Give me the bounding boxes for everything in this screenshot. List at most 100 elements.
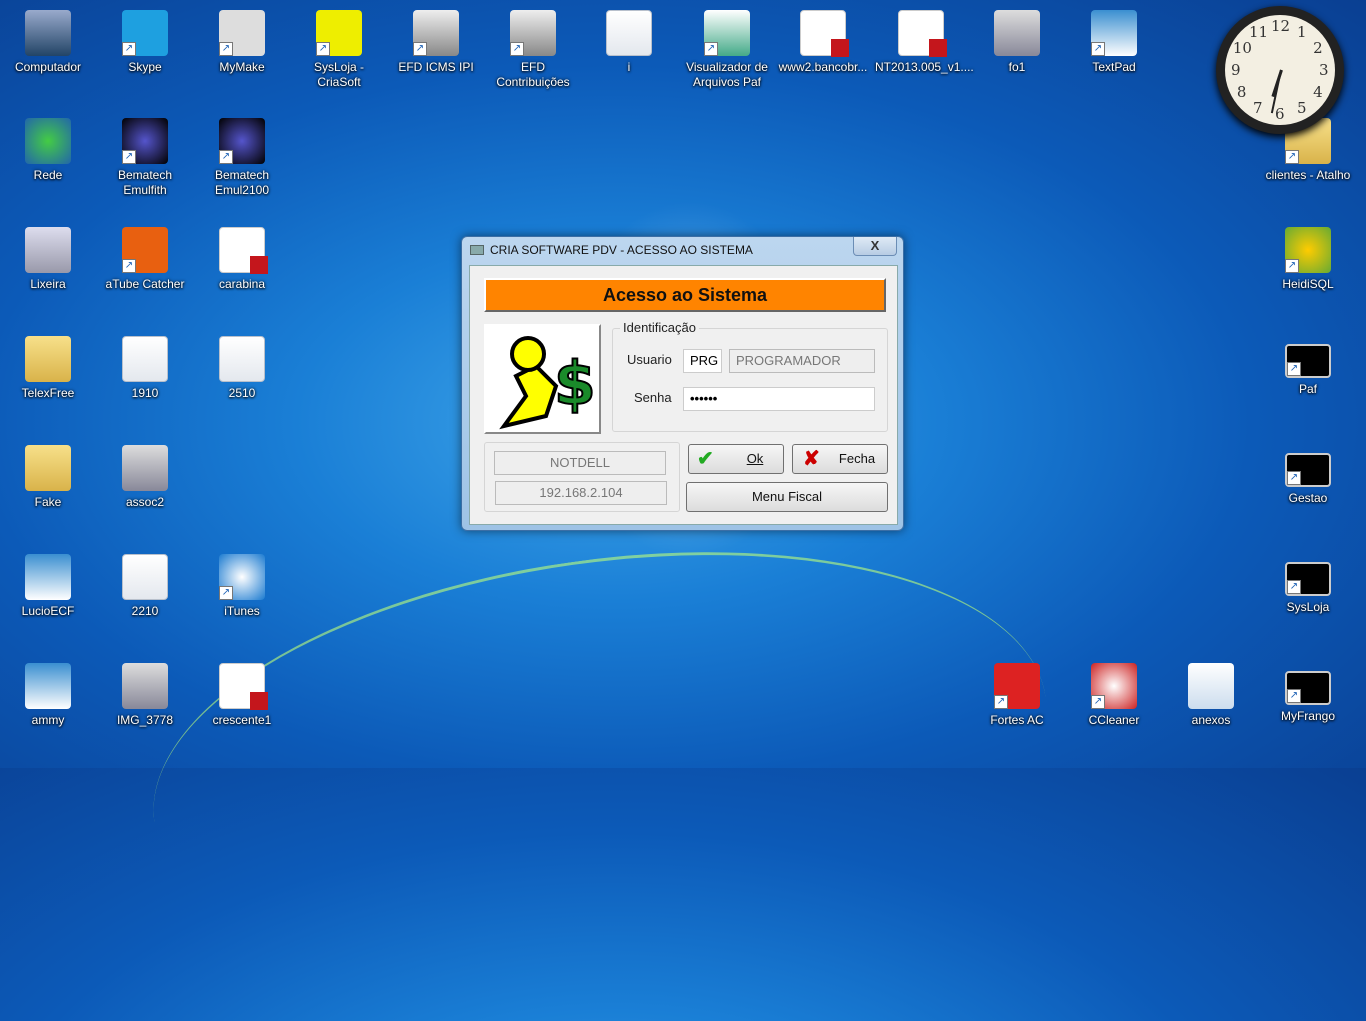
user-code-input[interactable]: PRG xyxy=(683,349,722,373)
desktop-icon-atube-catcher[interactable]: ↗ aTube Catcher xyxy=(99,227,191,292)
icon-label: 2510 xyxy=(228,386,256,400)
cmd-icon: ↗ xyxy=(1285,562,1331,596)
clock-number: 4 xyxy=(1313,83,1323,101)
bematech-icon: ↗ xyxy=(122,118,168,164)
icon-label: iTunes xyxy=(224,604,260,618)
machine-name-field: NOTDELL xyxy=(494,451,666,475)
icon-label: HeidiSQL xyxy=(1282,277,1334,291)
icon-label: fo1 xyxy=(1008,60,1026,74)
desktop-icon-i[interactable]: i xyxy=(583,10,675,75)
desktop-icon-paf[interactable]: ↗ Paf xyxy=(1262,336,1354,397)
icon-label: EFD Contribuições xyxy=(496,60,570,89)
password-label: Senha xyxy=(634,390,672,405)
doc-icon xyxy=(122,554,168,600)
desktop-icon-myfrango[interactable]: ↗ MyFrango xyxy=(1262,663,1354,724)
sped-icon: ↗ xyxy=(510,10,556,56)
desktop-icon-computador[interactable]: Computador xyxy=(2,10,94,75)
desktop-icon-fo1[interactable]: fo1 xyxy=(971,10,1063,75)
x-icon: ✘ xyxy=(803,448,820,470)
desktop-icon-lucioecf[interactable]: LucioECF xyxy=(2,554,94,619)
desktop-icon-sysloja-criasoft[interactable]: ↗ SysLoja - CriaSoft xyxy=(293,10,385,90)
clock-gadget[interactable]: 12 1 2 3 4 5 6 7 8 9 10 11 xyxy=(1216,6,1344,134)
atube-icon: ↗ xyxy=(122,227,168,273)
doc-icon xyxy=(122,336,168,382)
clock-number: 10 xyxy=(1232,39,1252,57)
image-icon xyxy=(994,10,1040,56)
shortcut-arrow-icon: ↗ xyxy=(1287,471,1301,485)
desktop-icon-1910[interactable]: 1910 xyxy=(99,336,191,401)
desktop-icon-fortes-ac[interactable]: ↗ Fortes AC xyxy=(971,663,1063,728)
desktop-icon-img-3778[interactable]: IMG_3778 xyxy=(99,663,191,728)
check-icon: ✔ xyxy=(697,448,714,470)
desktop-icon-skype[interactable]: ↗ Skype xyxy=(99,10,191,75)
desktop-icon-assoc2[interactable]: assoc2 xyxy=(99,445,191,510)
shortcut-arrow-icon: ↗ xyxy=(510,42,524,56)
shortcut-arrow-icon: ↗ xyxy=(316,42,330,56)
icon-label: CCleaner xyxy=(1088,713,1140,727)
ccleaner-icon: ↗ xyxy=(1091,663,1137,709)
shortcut-arrow-icon: ↗ xyxy=(1091,695,1105,709)
shortcut-arrow-icon: ↗ xyxy=(219,150,233,164)
desktop-icon-textpad[interactable]: ↗ TextPad xyxy=(1068,10,1160,75)
textpad-icon xyxy=(25,663,71,709)
desktop-icon-telexfree[interactable]: TelexFree xyxy=(2,336,94,401)
desktop-icon-anexos[interactable]: anexos xyxy=(1165,663,1257,728)
desktop-icon-lixeira[interactable]: Lixeira xyxy=(2,227,94,292)
shortcut-arrow-icon: ↗ xyxy=(413,42,427,56)
user-label: Usuario xyxy=(627,352,672,367)
desktop-icon-rede[interactable]: Rede xyxy=(2,118,94,183)
clock-number: 1 xyxy=(1297,22,1307,41)
desktop-icon-visualizador-de-arquivos-paf[interactable]: ↗ Visualizador de Arquivos Paf xyxy=(681,10,773,90)
shortcut-arrow-icon: ↗ xyxy=(122,150,136,164)
group-label: Identificação xyxy=(620,320,699,335)
desktop-icon-bematech-emulfith[interactable]: ↗ Bematech Emulfith xyxy=(99,118,191,198)
clock-number: 7 xyxy=(1253,99,1263,118)
folder-icon xyxy=(25,336,71,382)
icon-label: MyFrango xyxy=(1280,709,1336,723)
textpad-icon xyxy=(25,554,71,600)
icon-label: NT2013.005_v1.... xyxy=(875,60,974,74)
desktop-icon-bematech-emul2100[interactable]: ↗ Bematech Emul2100 xyxy=(196,118,288,198)
desktop-icon-crescente1[interactable]: crescente1 xyxy=(196,663,288,728)
clock-number: 5 xyxy=(1297,99,1307,118)
desktop-icon-2510[interactable]: 2510 xyxy=(196,336,288,401)
fortes-icon: ↗ xyxy=(994,663,1040,709)
clock-number: 6 xyxy=(1275,105,1285,123)
shortcut-arrow-icon: ↗ xyxy=(122,259,136,273)
password-input[interactable]: •••••• xyxy=(683,387,875,411)
clock-number: 3 xyxy=(1319,61,1329,79)
clock-number: 8 xyxy=(1236,83,1247,101)
network-icon xyxy=(25,118,71,164)
desktop-icon-mymake[interactable]: ↗ MyMake xyxy=(196,10,288,75)
desktop-icon-carabina[interactable]: carabina xyxy=(196,227,288,292)
desktop-icon-2210[interactable]: 2210 xyxy=(99,554,191,619)
shortcut-arrow-icon: ↗ xyxy=(1287,580,1301,594)
ok-button[interactable]: ✔ Ok xyxy=(688,444,784,474)
menu-fiscal-button[interactable]: Menu Fiscal xyxy=(686,482,888,512)
banner: Acesso ao Sistema xyxy=(484,278,886,312)
icon-label: Rede xyxy=(33,168,63,182)
desktop-icon-nt2013-005-v1-[interactable]: NT2013.005_v1.... xyxy=(875,10,974,75)
desktop-icon-efd-contribui-es[interactable]: ↗ EFD Contribuições xyxy=(487,10,579,90)
desktop-icon-itunes[interactable]: ↗ iTunes xyxy=(196,554,288,619)
icon-label: Paf xyxy=(1298,382,1317,396)
icon-label: Fortes AC xyxy=(990,713,1044,727)
pdf-icon xyxy=(219,227,268,274)
desktop-icon-ccleaner[interactable]: ↗ CCleaner xyxy=(1068,663,1160,728)
desktop-icon-sysloja[interactable]: ↗ SysLoja xyxy=(1262,554,1354,615)
desktop-icon-gestao[interactable]: ↗ Gestao xyxy=(1262,445,1354,506)
login-dialog: CRIA SOFTWARE PDV - ACESSO AO SISTEMA X … xyxy=(461,236,904,531)
shortcut-arrow-icon: ↗ xyxy=(1287,362,1301,376)
folder-icon xyxy=(25,445,71,491)
desktop-icon-fake[interactable]: Fake xyxy=(2,445,94,510)
shortcut-arrow-icon: ↗ xyxy=(219,586,233,600)
desktop-icon-ammy[interactable]: ammy xyxy=(2,663,94,728)
clock-number: 2 xyxy=(1313,39,1323,57)
desktop-icon-heidisql[interactable]: ↗ HeidiSQL xyxy=(1262,227,1354,292)
icon-label: crescente1 xyxy=(212,713,272,727)
fecha-button[interactable]: ✘ Fecha xyxy=(792,444,888,474)
desktop-icon-www2-bancobr-[interactable]: www2.bancobr... xyxy=(777,10,869,75)
close-button[interactable]: X xyxy=(853,237,897,256)
itunes-icon: ↗ xyxy=(219,554,265,600)
desktop-icon-efd-icms-ipi[interactable]: ↗ EFD ICMS IPI xyxy=(390,10,482,75)
